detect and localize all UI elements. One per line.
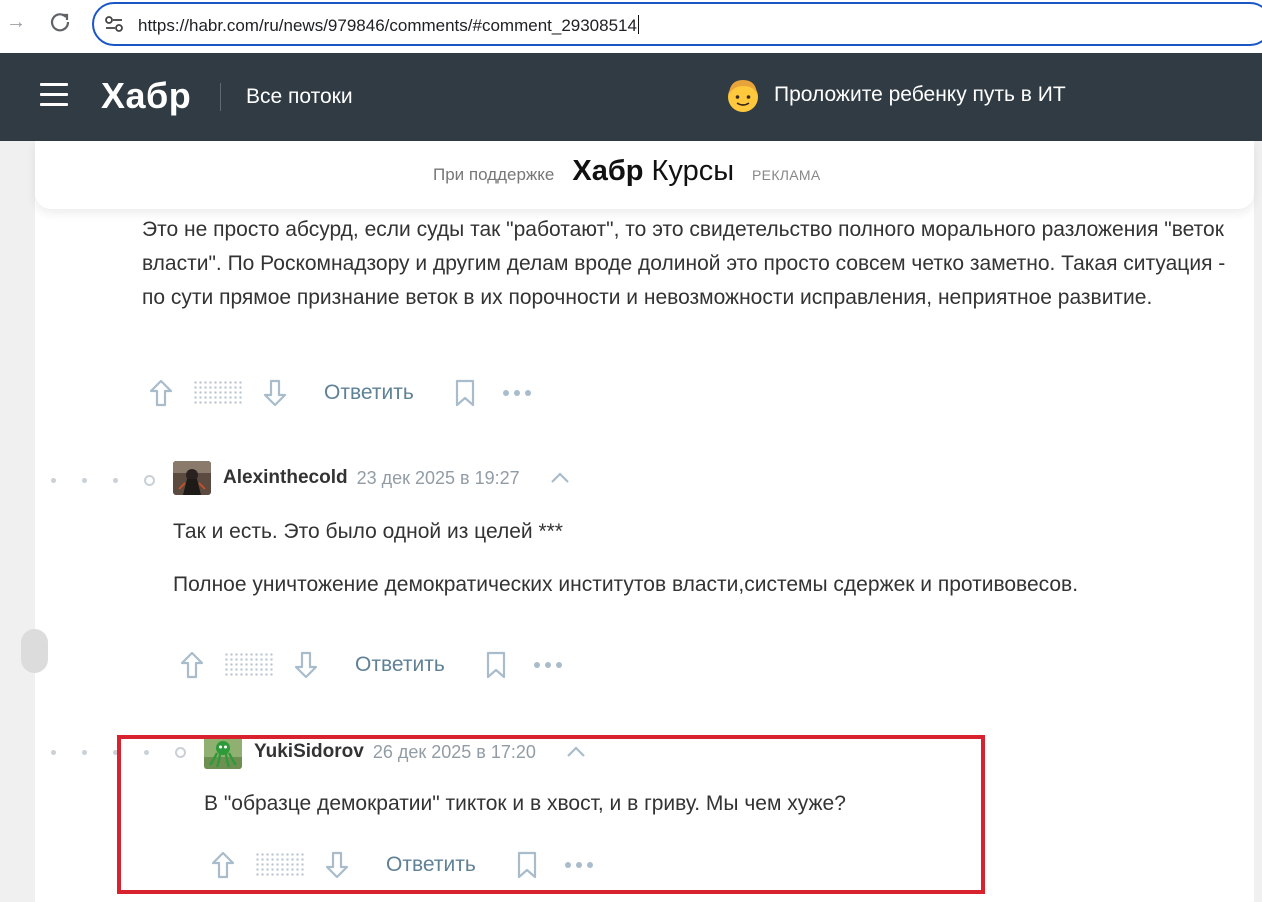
arrow-up-icon[interactable] bbox=[148, 378, 174, 408]
thread-indent-marker bbox=[51, 747, 186, 758]
comment-paragraph: Это не просто абсурд, если суды так "раб… bbox=[142, 218, 1226, 309]
reply-button[interactable]: Ответить bbox=[324, 381, 414, 405]
header-divider bbox=[220, 83, 221, 111]
comment-author[interactable]: Alexinthecold bbox=[223, 467, 348, 489]
arrow-down-icon[interactable] bbox=[324, 850, 350, 880]
ad-label: РЕКЛАМА bbox=[752, 167, 821, 183]
score-placeholder bbox=[193, 380, 243, 406]
comment-actions: Ответить bbox=[148, 375, 532, 411]
arrow-down-icon[interactable] bbox=[262, 378, 288, 408]
sponsor-label: При поддержке bbox=[433, 165, 555, 184]
score-placeholder bbox=[224, 652, 274, 678]
address-bar-url[interactable]: https://habr.com/ru/news/979846/comments… bbox=[138, 15, 639, 36]
comment-body: Так и есть. Это было одной из целей *** … bbox=[173, 515, 1243, 602]
comment-meta: YukiSidorov 26 дек 2025 в 17:20 bbox=[204, 735, 586, 769]
comment-paragraph: Так и есть. Это было одной из целей *** bbox=[173, 520, 563, 543]
comment-time[interactable]: 26 дек 2025 в 17:20 bbox=[373, 742, 536, 763]
more-dots-icon[interactable] bbox=[533, 661, 563, 669]
comment-actions: Ответить bbox=[179, 647, 563, 683]
bookmark-icon[interactable] bbox=[485, 651, 507, 679]
comment-body: Это не просто абсурд, если суды так "раб… bbox=[142, 213, 1242, 315]
address-bar[interactable]: https://habr.com/ru/news/979846/comments… bbox=[92, 2, 1262, 46]
more-dots-icon[interactable] bbox=[502, 389, 532, 397]
comments-column: Это не просто абсурд, если суды так "раб… bbox=[21, 141, 1254, 902]
comment-paragraph: Полное уничтожение демократических инсти… bbox=[173, 573, 1079, 596]
bookmark-icon[interactable] bbox=[454, 379, 476, 407]
browser-toolbar: → https://habr.com/ru/news/979846/commen… bbox=[0, 0, 1262, 53]
comment-body: В "образце демократии" тикток и в хвост,… bbox=[204, 787, 1204, 821]
promo-link[interactable]: Проложите ребенку путь в ИТ bbox=[724, 75, 1066, 115]
chevron-up-icon[interactable] bbox=[566, 746, 586, 758]
site-header: Хабр Все потоки Проложите ребенку путь в… bbox=[0, 53, 1262, 141]
reply-button[interactable]: Ответить bbox=[386, 853, 476, 877]
bookmark-icon[interactable] bbox=[516, 851, 538, 879]
habr-logo[interactable]: Хабр bbox=[101, 75, 191, 117]
comment-time[interactable]: 23 дек 2025 в 19:27 bbox=[357, 468, 520, 489]
sponsor-banner[interactable]: При поддержке Хабр Курсы РЕКЛАМА bbox=[35, 141, 1254, 209]
comment-author[interactable]: YukiSidorov bbox=[254, 741, 364, 763]
all-flows-link[interactable]: Все потоки bbox=[246, 85, 353, 109]
side-handle[interactable] bbox=[21, 629, 48, 673]
child-face-icon bbox=[728, 80, 758, 112]
score-placeholder bbox=[255, 852, 305, 878]
chevron-up-icon[interactable] bbox=[550, 472, 570, 484]
promo-text: Проложите ребенку путь в ИТ bbox=[774, 83, 1066, 106]
thread-indent-marker bbox=[51, 475, 155, 486]
sponsor-content: При поддержке Хабр Курсы РЕКЛАМА bbox=[433, 155, 821, 188]
site-settings-icon[interactable] bbox=[104, 15, 124, 33]
reply-button[interactable]: Ответить bbox=[355, 653, 445, 677]
comment-paragraph: В "образце демократии" тикток и в хвост,… bbox=[204, 792, 846, 815]
more-dots-icon[interactable] bbox=[564, 861, 594, 869]
sponsor-brand: Хабр bbox=[572, 155, 644, 187]
avatar[interactable] bbox=[204, 735, 242, 769]
arrow-up-icon[interactable] bbox=[179, 650, 205, 680]
forward-arrow-icon[interactable]: → bbox=[4, 10, 28, 34]
avatar[interactable] bbox=[173, 461, 211, 495]
sponsor-product: Курсы bbox=[651, 155, 735, 187]
hamburger-menu-icon[interactable] bbox=[40, 83, 70, 107]
reload-icon[interactable] bbox=[46, 8, 74, 36]
comment-meta: Alexinthecold 23 дек 2025 в 19:27 bbox=[173, 461, 570, 495]
arrow-down-icon[interactable] bbox=[293, 650, 319, 680]
text-caret bbox=[637, 15, 639, 34]
arrow-up-icon[interactable] bbox=[210, 850, 236, 880]
comment-actions: Ответить bbox=[210, 847, 594, 883]
